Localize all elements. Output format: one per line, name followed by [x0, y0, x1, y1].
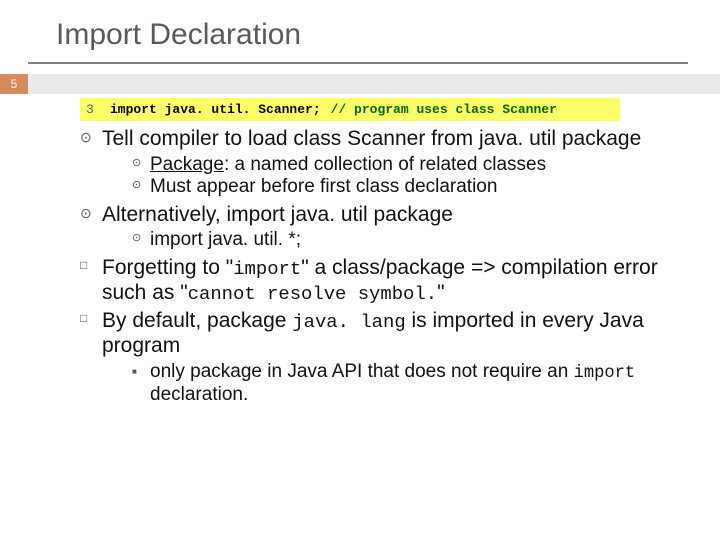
subbullet-import-star: import java. util. *; [132, 229, 668, 251]
code-inline: import [233, 258, 301, 280]
bullet-forgetting: Forgetting to "import" a class/package =… [80, 256, 668, 306]
bullet-load-scanner: Tell compiler to load class Scanner from… [80, 127, 668, 199]
code-inline: import [574, 364, 636, 383]
bullet-alternatively: Alternatively, import java. util package… [80, 203, 668, 252]
subbullet-text: Must appear before first class declarati… [150, 176, 497, 197]
page-number-rest [28, 74, 720, 94]
code-comment: // program uses class Scanner [331, 102, 557, 117]
underlined-word: Package [150, 154, 224, 175]
text-part: " [437, 281, 444, 304]
code-statement: import java. util. Scanner; [110, 102, 321, 117]
code-line-number: 3 [86, 102, 110, 117]
bullet-text: Tell compiler to load class Scanner from… [102, 127, 641, 150]
subbullet-before-class: Must appear before first class declarati… [132, 176, 668, 198]
subbullet-only-package: only package in Java API that does not r… [132, 361, 668, 407]
slide-title: Import Declaration [0, 0, 720, 62]
bullet-text: Alternatively, import java. util package [102, 203, 453, 226]
slide-content: 3 import java. util. Scanner; // program… [0, 94, 720, 406]
text-part: declaration. [150, 384, 248, 405]
text-part: Forgetting to " [102, 256, 233, 279]
code-inline: cannot resolve symbol. [188, 283, 437, 305]
page-number-bar: 5 [0, 74, 720, 94]
page-number: 5 [0, 74, 28, 94]
code-block: 3 import java. util. Scanner; // program… [80, 98, 620, 121]
bullet-default-lang: By default, package java. lang is import… [80, 309, 668, 406]
subbullet-package-def: Package: a named collection of related c… [132, 154, 668, 176]
text-part: By default, package [102, 309, 292, 332]
subbullet-text: import java. util. *; [150, 229, 301, 250]
code-inline: java. lang [292, 311, 405, 333]
title-underline [28, 62, 688, 64]
text-part: only package in Java API that does not r… [150, 361, 574, 382]
subbullet-text: : a named collection of related classes [224, 154, 546, 175]
